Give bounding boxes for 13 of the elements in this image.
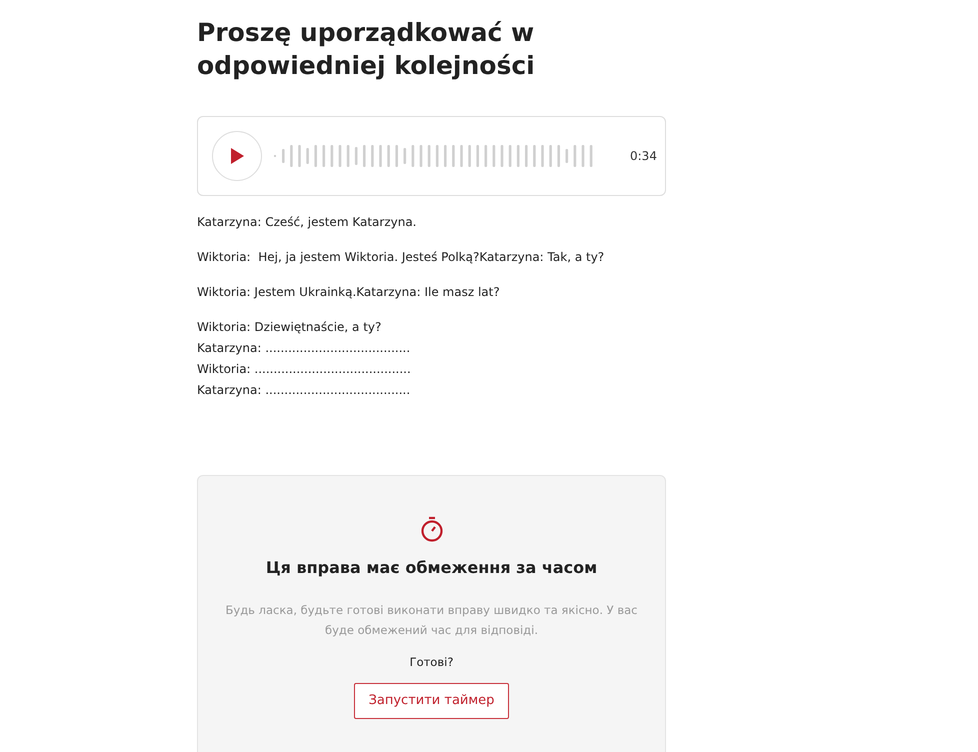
play-icon: [229, 147, 245, 165]
ready-prompt: Готові?: [408, 654, 454, 671]
page-title: Proszę uporządkować w odpowiedniej kolejności: [197, 17, 536, 82]
timer-heading: Ця вправа має обмеження за часом: [264, 557, 598, 579]
dialogue-text: Wiktoria: Dziewiętnaście, a ty? Katarzyna: ...................................... Wiktoria: ......................................... Katarzyna: ......................................: [197, 319, 412, 399]
dialogue-text: Wiktoria: Hej, ja jestem Wiktoria. Jesteś Polką?Katarzyna: Tak, a ty?: [197, 249, 606, 266]
start-timer-button[interactable]: Запустити таймер: [354, 683, 510, 719]
stopwatch-icon: [420, 516, 444, 542]
timer-description: Будь ласка, будьте готові виконати вправу швидко та якісно. У вас буде обмежений час для відповіді.: [224, 602, 638, 639]
dialogue-text: Wiktoria: Jestem Ukrainką.Katarzyna: Ile masz lat?: [197, 284, 501, 301]
dialogue-text: Katarzyna: Cześć, jestem Katarzyna.: [197, 214, 418, 231]
duration-text: 0:34: [630, 148, 657, 165]
play-button[interactable]: [212, 131, 262, 181]
